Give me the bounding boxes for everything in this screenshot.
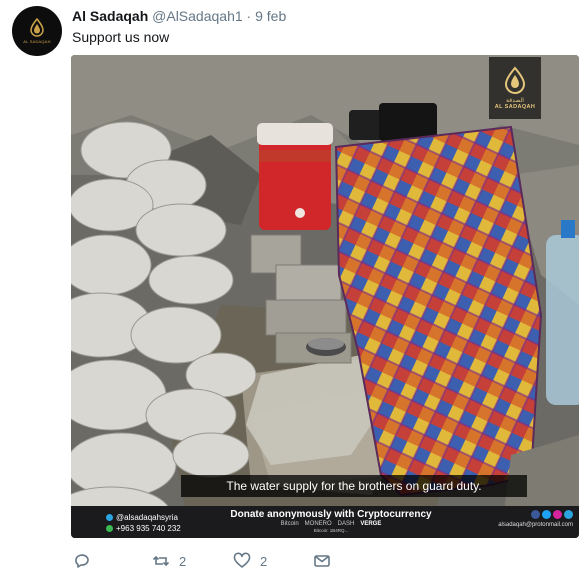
telegram-icon (564, 510, 573, 519)
contact-info: @alsadaqahsyria +963 935 740 232 (106, 512, 181, 534)
watermark-latin-text: AL SADAQAH (494, 104, 536, 110)
donation-banner: @alsadaqahsyria +963 935 740 232 Donate … (71, 506, 579, 538)
direct-message-button[interactable] (313, 552, 331, 570)
crypto-dash: DASH (337, 521, 355, 527)
phone-number: +963 935 740 232 (116, 524, 181, 533)
crypto-verge: VERGE (360, 521, 382, 527)
social-block: alsadaqah@protonmail.com (498, 510, 573, 528)
donate-text: Donate anonymously with Cryptocurrency (230, 509, 432, 520)
whatsapp-icon (106, 525, 113, 532)
tweet-media-image[interactable]: الصدقة AL SADAQAH The water supply for t… (71, 55, 579, 538)
avatar[interactable]: AL SADAQAH (12, 6, 62, 56)
tweet-header: Al Sadaqah @AlSadaqah1 · 9 feb (72, 8, 286, 24)
heart-icon (233, 552, 251, 568)
telegram-icon (106, 514, 113, 521)
tweet-actions: 2 2 (70, 552, 470, 572)
retweet-count: 2 (179, 553, 187, 569)
watermark-arabic-text: الصدقة (506, 98, 524, 104)
crypto-bitcoin: Bitcoin (280, 521, 299, 527)
reply-button[interactable] (73, 552, 100, 570)
photo-scene (71, 55, 579, 538)
twitter-icon (542, 510, 551, 519)
author-handle[interactable]: @AlSadaqah1 (152, 8, 243, 24)
crypto-list: Bitcoin MONERO DASH VERGE (211, 521, 451, 527)
tweet-text: Support us now (72, 29, 170, 45)
tweet: AL SADAQAH Al Sadaqah @AlSadaqah1 · 9 fe… (0, 0, 588, 571)
image-caption: The water supply for the brothers on gua… (181, 475, 527, 497)
al-sadaqah-logo-icon (504, 66, 526, 94)
instagram-icon (553, 510, 562, 519)
author-name[interactable]: Al Sadaqah (72, 8, 148, 24)
like-button[interactable]: 2 (233, 552, 267, 570)
retweet-icon (152, 555, 170, 567)
retweet-button[interactable]: 2 (152, 552, 186, 570)
envelope-icon (314, 555, 330, 567)
reply-icon (75, 554, 89, 568)
telegram-handle: @alsadaqahsyria (116, 513, 178, 522)
al-sadaqah-watermark: الصدقة AL SADAQAH (489, 57, 541, 119)
wallet-address: Bitcoin: 1B4RQ... (313, 528, 349, 533)
email-address: alsadaqah@protonmail.com (498, 522, 573, 528)
tweet-date[interactable]: 9 feb (255, 8, 286, 24)
facebook-icon (531, 510, 540, 519)
crypto-monero: MONERO (304, 521, 332, 527)
like-count: 2 (260, 553, 268, 569)
separator-dot: · (246, 8, 252, 24)
avatar-label: AL SADAQAH (23, 39, 51, 44)
al-sadaqah-logo-icon (30, 18, 44, 37)
donate-block: Donate anonymously with Cryptocurrency B… (211, 509, 451, 533)
